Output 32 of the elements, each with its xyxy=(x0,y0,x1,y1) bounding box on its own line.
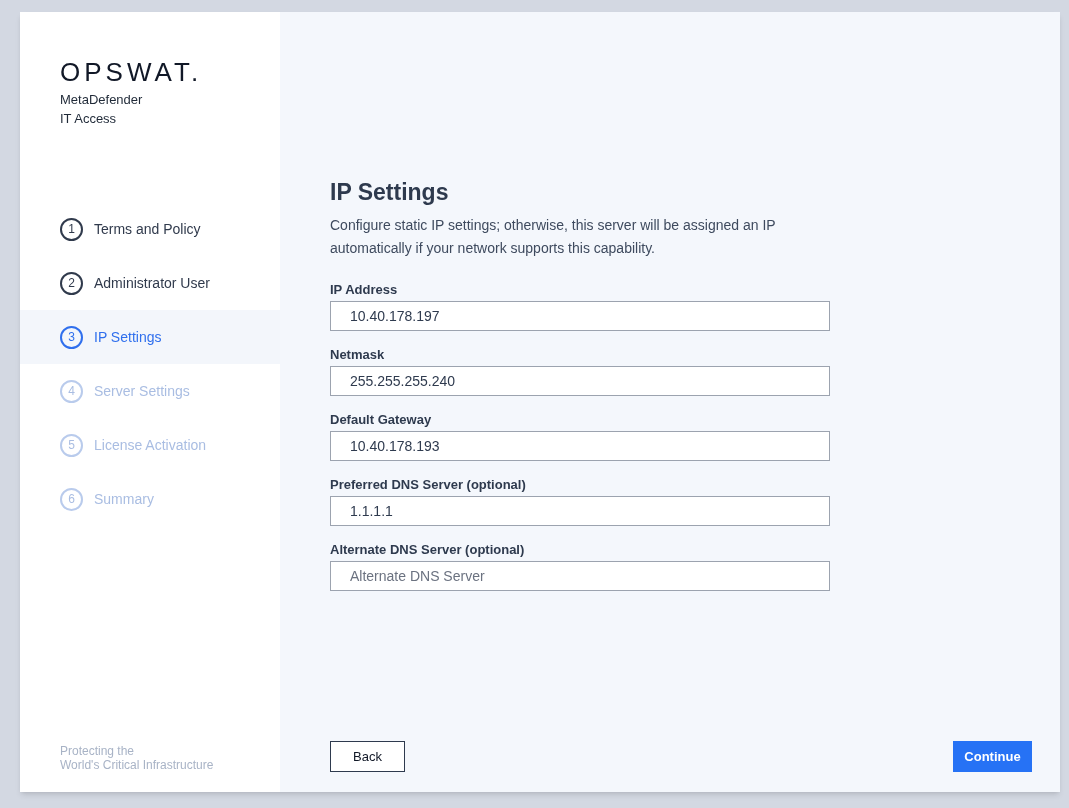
step-label: Server Settings xyxy=(94,381,190,401)
field-label: Default Gateway xyxy=(330,412,432,428)
step-label: Terms and Policy xyxy=(94,219,201,239)
field-label: Netmask xyxy=(330,347,385,363)
step-number: 4 xyxy=(60,379,83,403)
step-number: 6 xyxy=(60,487,83,511)
step-number: 2 xyxy=(60,271,83,295)
input-field[interactable]: 1.1.1.1 xyxy=(330,496,830,526)
step-item[interactable]: 3 IP Settings xyxy=(20,310,280,364)
product-name: MetaDefender xyxy=(60,91,143,109)
step-number: 1 xyxy=(60,217,83,241)
product-name: IT Access xyxy=(60,110,117,128)
field-label: Alternate DNS Server (optional) xyxy=(330,542,525,558)
page-title: IP Settings xyxy=(330,178,449,206)
field-label: Preferred DNS Server (optional) xyxy=(330,477,526,493)
input-field[interactable]: 10.40.178.197 xyxy=(330,301,830,331)
step-label: Summary xyxy=(94,489,154,509)
back-button[interactable]: Back xyxy=(330,741,405,772)
continue-button[interactable]: Continue xyxy=(953,741,1032,772)
step-label: IP Settings xyxy=(94,327,162,347)
step-label: License Activation xyxy=(94,435,207,455)
step-label: Administrator User xyxy=(94,273,210,293)
brand-logo: OPSWAT. xyxy=(60,58,203,86)
step-number: 5 xyxy=(60,433,83,457)
tagline: Protecting the xyxy=(60,744,135,758)
input-field[interactable]: Alternate DNS Server xyxy=(330,561,830,591)
tagline: World's Critical Infrastructure xyxy=(60,758,214,772)
step-number: 3 xyxy=(60,325,83,349)
field-label: IP Address xyxy=(330,282,398,298)
input-field[interactable]: 255.255.255.240 xyxy=(330,366,830,396)
page-description: Configure static IP settings; otherwise, this server will be assigned an IP automatically if your network supports this capability. xyxy=(330,216,777,258)
input-field[interactable]: 10.40.178.193 xyxy=(330,431,830,461)
